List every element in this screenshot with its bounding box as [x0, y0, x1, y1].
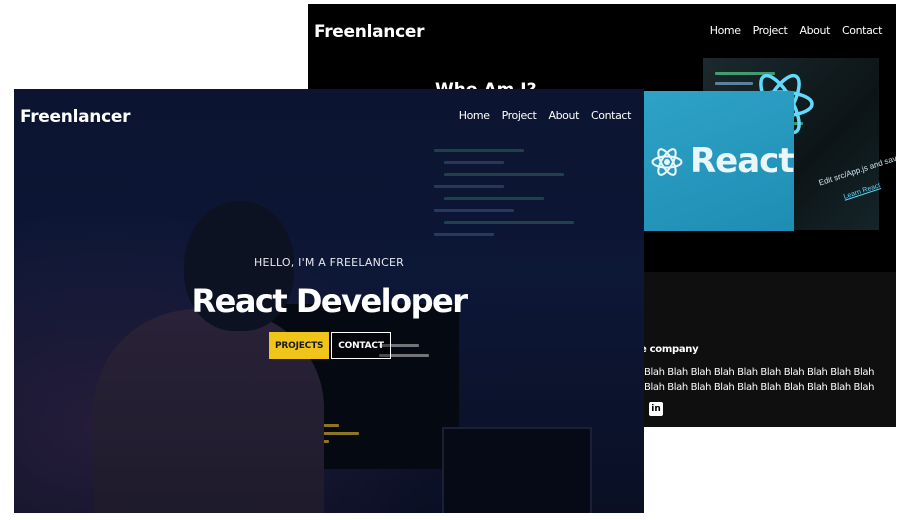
nav-about-link[interactable]: About	[799, 24, 830, 37]
nav-about-link[interactable]: About	[548, 109, 579, 122]
brand-logo[interactable]: Freenlancer	[314, 22, 424, 42]
react-banner-image: React	[638, 91, 794, 231]
nav-home-link[interactable]: Home	[710, 24, 741, 37]
brand-logo[interactable]: Freenlancer	[20, 107, 130, 127]
contact-button[interactable]: CONTACT	[331, 332, 391, 359]
linkedin-icon[interactable]: in	[649, 402, 663, 416]
back-nav-links: Home Project About Contact	[710, 24, 883, 37]
nav-project-link[interactable]: Project	[753, 24, 788, 37]
description-line-1: Blah Blah Blah Blah Blah Blah Blah Blah …	[644, 367, 875, 378]
front-navbar: Freenlancer Home Project About Contact	[14, 89, 644, 141]
back-navbar: Freenlancer Home Project About Contact	[308, 4, 896, 56]
hero-role-title: React Developer	[191, 282, 468, 320]
description-line-2: Blah Blah Blah Blah Blah Blah Blah Blah …	[644, 382, 875, 393]
front-nav-links: Home Project About Contact	[459, 109, 632, 122]
hero-page-screenshot: Freenlancer Home Project About Contact H…	[14, 89, 644, 513]
background-monitor-right	[442, 427, 592, 513]
projects-button[interactable]: PROJECTS	[269, 332, 329, 359]
nav-home-link[interactable]: Home	[459, 109, 490, 122]
company-text: e company	[640, 344, 699, 355]
react-atom-icon	[651, 148, 683, 176]
react-banner-text: React	[690, 141, 794, 181]
nav-contact-link[interactable]: Contact	[591, 109, 631, 122]
nav-contact-link[interactable]: Contact	[842, 24, 882, 37]
nav-project-link[interactable]: Project	[502, 109, 537, 122]
hero-greeting: HELLO, I'M A FREELANCER	[254, 256, 404, 269]
